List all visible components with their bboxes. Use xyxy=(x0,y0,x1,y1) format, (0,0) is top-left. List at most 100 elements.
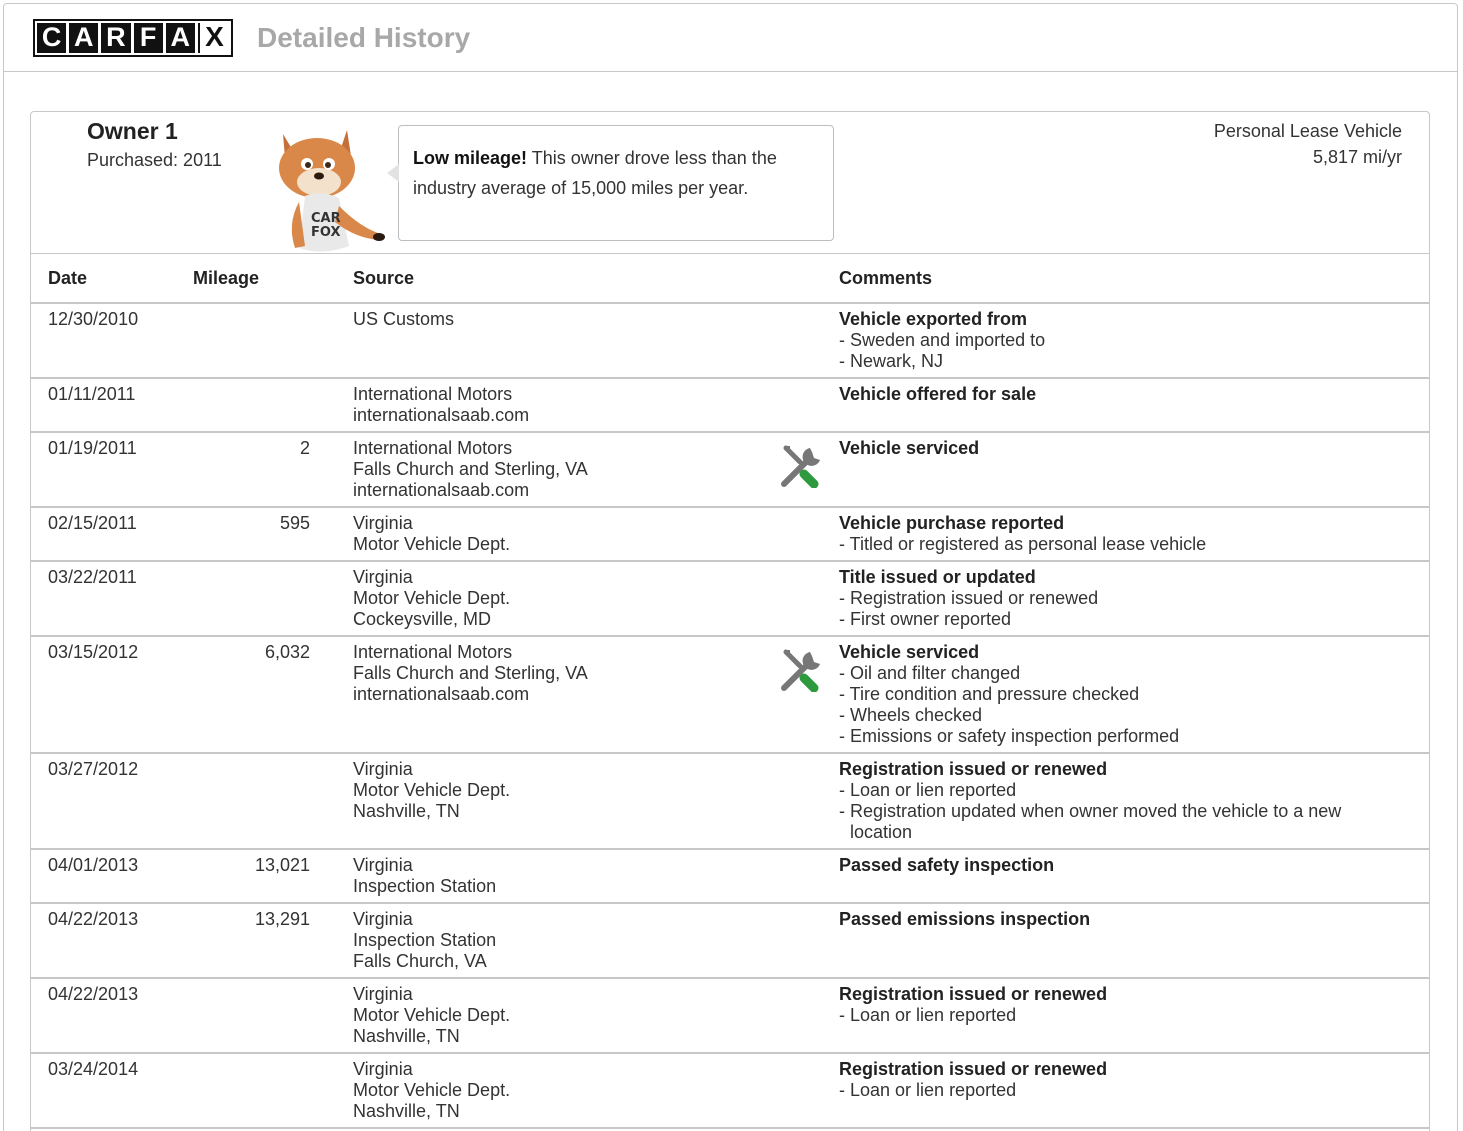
row-source: Virginia Motor Vehicle Dept. Nashville, TN xyxy=(353,1053,780,1129)
row-comments: Vehicle offered for sale xyxy=(839,378,1429,433)
source-line: Falls Church and Sterling, VA xyxy=(353,663,588,683)
source-line: International Motors xyxy=(353,384,513,404)
row-source: Virginia Inspection Station xyxy=(353,849,780,904)
comment-title: Vehicle purchase reported xyxy=(839,513,1065,533)
comment-detail: - Loan or lien reported xyxy=(839,1080,1017,1100)
row-spacer xyxy=(310,636,353,754)
comment-title: Vehicle exported from xyxy=(839,309,1028,329)
table-row: 04/01/2013 13,021 Virginia Inspection Sta… xyxy=(31,849,1429,904)
column-header-comments: Comments xyxy=(839,254,1429,304)
history-rows: 12/30/2010 US Customs Vehicle exported f… xyxy=(31,303,1429,1129)
row-date: 01/11/2011 xyxy=(31,378,193,433)
row-comments: Title issued or updated - Registration is… xyxy=(839,561,1429,637)
row-mileage xyxy=(193,1053,310,1129)
service-wrench-icon xyxy=(781,649,820,692)
comment-detail: - Tire condition and pressure checked xyxy=(839,684,1140,704)
row-spacer xyxy=(310,903,353,979)
row-source: International Motors Falls Church and Ste… xyxy=(353,432,780,508)
miles-per-year: 5,817 mi/yr xyxy=(1312,147,1402,167)
source-line: Inspection Station xyxy=(353,876,497,896)
source-line: Motor Vehicle Dept. xyxy=(353,534,511,554)
comment-title: Passed safety inspection xyxy=(839,855,1055,875)
table-row: 04/22/2013 13,291 Virginia Inspection Sta… xyxy=(31,903,1429,979)
row-comments: Vehicle serviced - Oil and filter changed… xyxy=(839,636,1429,754)
row-spacer xyxy=(310,1053,353,1129)
comment-detail: - Oil and filter changed xyxy=(839,663,1021,683)
source-line: Virginia xyxy=(353,513,413,533)
table-row: 01/11/2011 International Motors internati… xyxy=(31,378,1429,433)
column-spacer xyxy=(310,254,353,304)
logo-letter: A xyxy=(69,22,99,53)
comment-detail: - Registration updated when owner moved … xyxy=(839,801,1342,842)
row-mileage: 6,032 xyxy=(193,636,310,754)
source-line: Motor Vehicle Dept. xyxy=(353,1080,511,1100)
source-line: Nashville, TN xyxy=(353,1101,460,1121)
row-mileage: 595 xyxy=(193,507,310,562)
row-source: US Customs xyxy=(353,303,780,379)
row-icon-cell xyxy=(780,432,839,508)
row-icon-cell xyxy=(780,1053,839,1129)
comment-title: Registration issued or renewed xyxy=(839,984,1108,1004)
report-header: C A R F A X Detailed History xyxy=(4,4,1457,72)
owner-summary: Owner 1 Purchased: 2011 CAR FOX Low mile… xyxy=(31,112,1429,254)
service-wrench-icon xyxy=(781,445,820,488)
source-line: International Motors xyxy=(353,438,513,458)
row-mileage xyxy=(193,978,310,1054)
logo-letter: R xyxy=(101,22,131,53)
svg-text:CAR: CAR xyxy=(311,211,341,226)
row-date: 04/22/2013 xyxy=(31,978,193,1054)
logo-letter: C xyxy=(37,22,67,53)
comment-title: Passed emissions inspection xyxy=(839,909,1091,929)
logo-letter: A xyxy=(165,22,195,53)
row-icon-cell xyxy=(780,561,839,637)
row-spacer xyxy=(310,849,353,904)
source-line: Virginia xyxy=(353,984,413,1004)
lease-type: Personal Lease Vehicle xyxy=(1213,121,1402,141)
comment-title: Vehicle serviced xyxy=(839,642,980,662)
comment-detail: - Registration issued or renewed xyxy=(839,588,1099,608)
row-spacer xyxy=(310,507,353,562)
callout-pointer xyxy=(387,164,399,182)
row-mileage xyxy=(193,753,310,850)
row-source: Virginia Motor Vehicle Dept. Nashville, TN xyxy=(353,753,780,850)
row-spacer xyxy=(310,753,353,850)
owner-title: Owner 1 xyxy=(87,118,178,144)
source-line: Nashville, TN xyxy=(353,801,460,821)
row-source: International Motors Falls Church and Ste… xyxy=(353,636,780,754)
row-comments: Registration issued or renewed - Loan or … xyxy=(839,753,1429,850)
source-line: Virginia xyxy=(353,1059,413,1079)
comment-detail: - First owner reported xyxy=(839,609,1012,629)
row-date: 12/30/2010 xyxy=(31,303,193,379)
source-line: Nashville, TN xyxy=(353,1026,460,1046)
row-mileage xyxy=(193,303,310,379)
row-comments: Vehicle purchase reported - Titled or reg… xyxy=(839,507,1429,562)
table-row: 03/22/2011 Virginia Motor Vehicle Dept. Co… xyxy=(31,561,1429,637)
column-header-source: Source xyxy=(353,254,780,304)
row-source: Virginia Motor Vehicle Dept. Nashville, TN xyxy=(353,978,780,1054)
row-source: Virginia Motor Vehicle Dept. Cockeysville,… xyxy=(353,561,780,637)
row-spacer xyxy=(310,303,353,379)
carfax-logo: C A R F A X xyxy=(33,18,233,57)
row-source: Virginia Motor Vehicle Dept. xyxy=(353,507,780,562)
ownership-info: Personal Lease Vehicle 5,817 mi/yr xyxy=(1214,118,1402,170)
row-comments: Passed safety inspection xyxy=(839,849,1429,904)
comment-detail: - Wheels checked xyxy=(839,705,983,725)
row-icon-cell xyxy=(780,378,839,433)
row-spacer xyxy=(310,978,353,1054)
row-icon-cell xyxy=(780,978,839,1054)
source-line: Virginia xyxy=(353,567,413,587)
row-date: 01/19/2011 xyxy=(31,432,193,508)
low-mileage-callout: Low mileage! This owner drove less than … xyxy=(387,125,834,241)
table-header-row: Date Mileage Source Comments xyxy=(31,254,1429,304)
logo-letter: F xyxy=(133,22,163,53)
row-icon-cell xyxy=(780,753,839,850)
row-date: 04/22/2013 xyxy=(31,903,193,979)
row-icon-cell xyxy=(780,903,839,979)
row-spacer xyxy=(310,378,353,433)
table-row: 03/27/2012 Virginia Motor Vehicle Dept. Na… xyxy=(31,753,1429,850)
source-line: International Motors xyxy=(353,642,513,662)
owner-card: Owner 1 Purchased: 2011 CAR FOX Low mile… xyxy=(30,111,1430,1131)
row-mileage: 13,021 xyxy=(193,849,310,904)
comment-title: Vehicle serviced xyxy=(839,438,980,458)
source-line: Falls Church, VA xyxy=(353,951,487,971)
